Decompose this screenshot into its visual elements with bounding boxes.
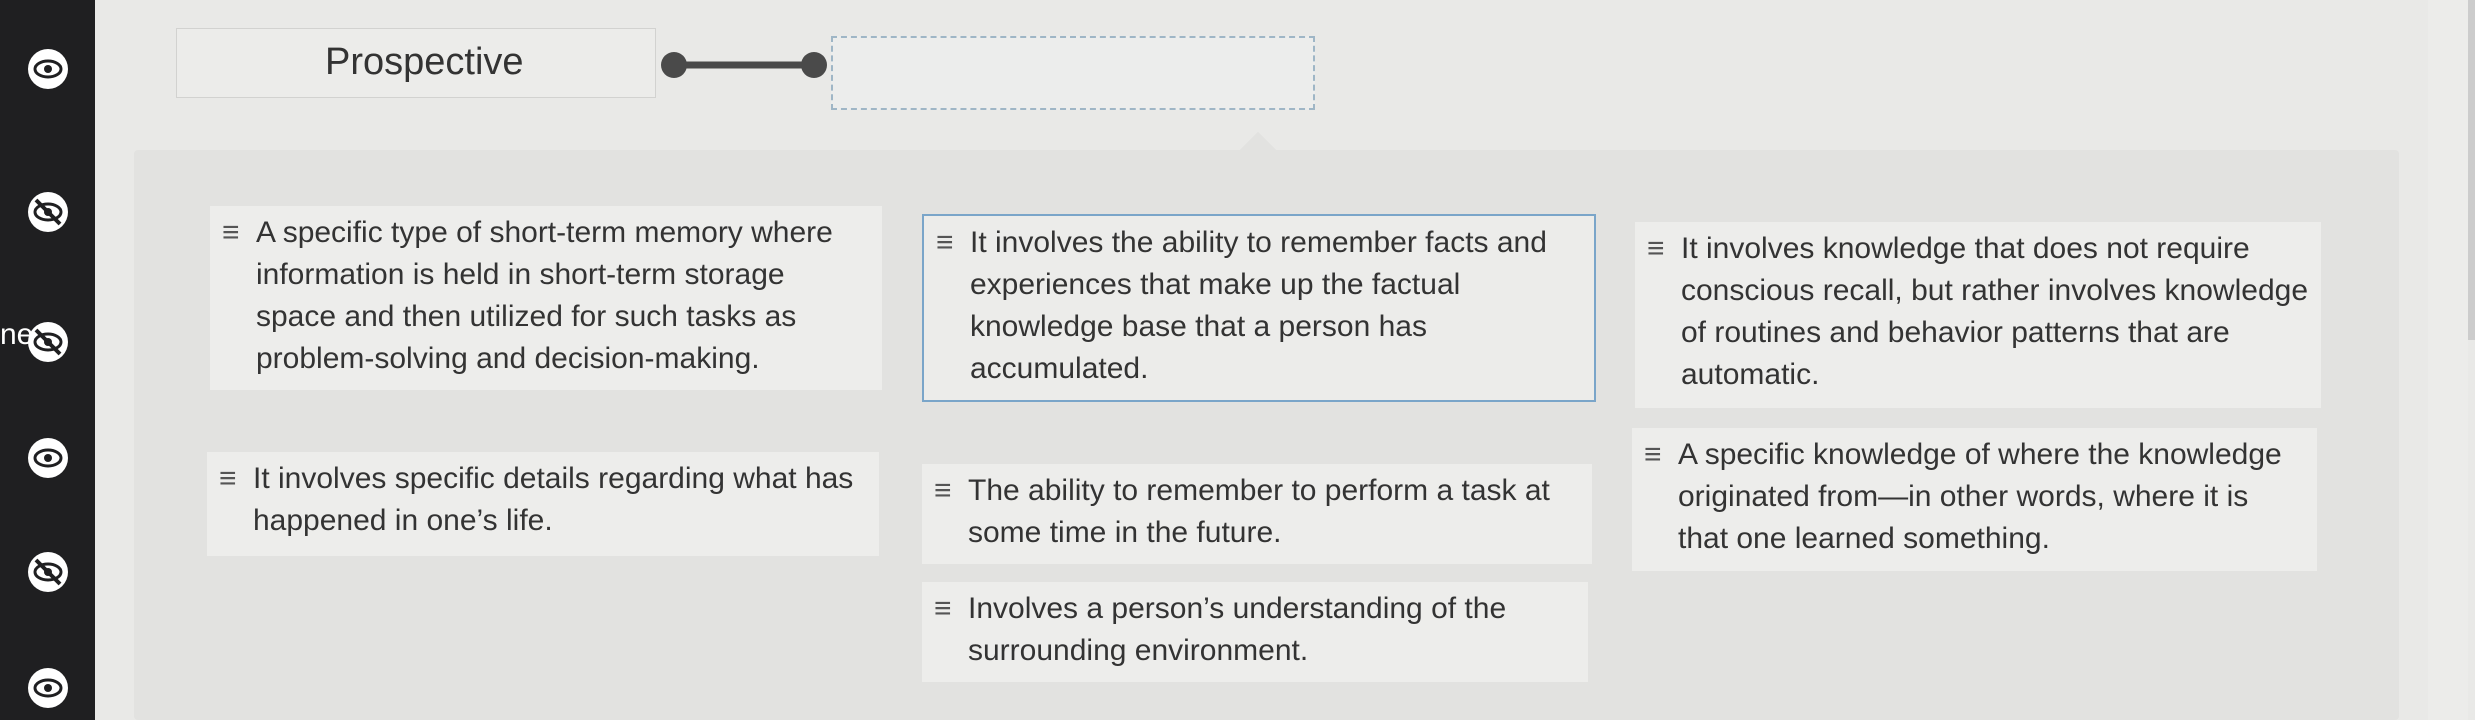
answer-card-selected[interactable]: ≡ It involves the ability to remember fa…: [922, 214, 1596, 402]
card-text: A specific knowledge of where the knowle…: [1678, 438, 2282, 555]
sidebar: ne: [0, 0, 95, 720]
scrollbar-thumb[interactable]: [2468, 0, 2475, 340]
card-text: It involves the ability to remember fact…: [970, 226, 1547, 385]
drag-handle-icon[interactable]: ≡: [934, 588, 968, 630]
eye-slash-icon[interactable]: [22, 186, 74, 238]
card-text: The ability to remember to perform a tas…: [968, 474, 1550, 549]
answer-card[interactable]: ≡ It involves knowledge that does not re…: [1635, 222, 2321, 408]
term-label: Prospective: [176, 28, 656, 98]
eye-icon[interactable]: [22, 432, 74, 484]
answer-card[interactable]: ≡ Involves a person’s understanding of t…: [922, 582, 1588, 682]
drag-handle-icon[interactable]: ≡: [219, 458, 253, 500]
drag-handle-icon[interactable]: ≡: [1647, 228, 1681, 270]
scrollbar-track[interactable]: [2428, 0, 2468, 720]
answer-card[interactable]: ≡ A specific knowledge of where the know…: [1632, 428, 2317, 571]
term-text: Prospective: [325, 41, 524, 83]
answer-card[interactable]: ≡ It involves specific details regarding…: [207, 452, 879, 556]
card-text: A specific type of short-term memory whe…: [256, 216, 833, 375]
drag-handle-icon[interactable]: ≡: [222, 212, 256, 254]
answer-card[interactable]: ≡ A specific type of short-term memory w…: [210, 206, 882, 390]
eye-icon[interactable]: [22, 43, 74, 95]
eye-slash-icon[interactable]: [22, 316, 74, 368]
eye-slash-icon[interactable]: [22, 546, 74, 598]
drag-handle-icon[interactable]: ≡: [1644, 434, 1678, 476]
card-text: It involves knowledge that does not requ…: [1681, 232, 2308, 391]
card-text: It involves specific details regarding w…: [253, 462, 854, 537]
eye-icon[interactable]: [22, 662, 74, 714]
card-text: Involves a person’s understanding of the…: [968, 592, 1507, 667]
drag-handle-icon[interactable]: ≡: [934, 470, 968, 512]
answer-card[interactable]: ≡ The ability to remember to perform a t…: [922, 464, 1592, 564]
answer-drop-zone[interactable]: [831, 36, 1315, 110]
drag-handle-icon[interactable]: ≡: [936, 222, 970, 264]
connector-line: [661, 52, 827, 78]
